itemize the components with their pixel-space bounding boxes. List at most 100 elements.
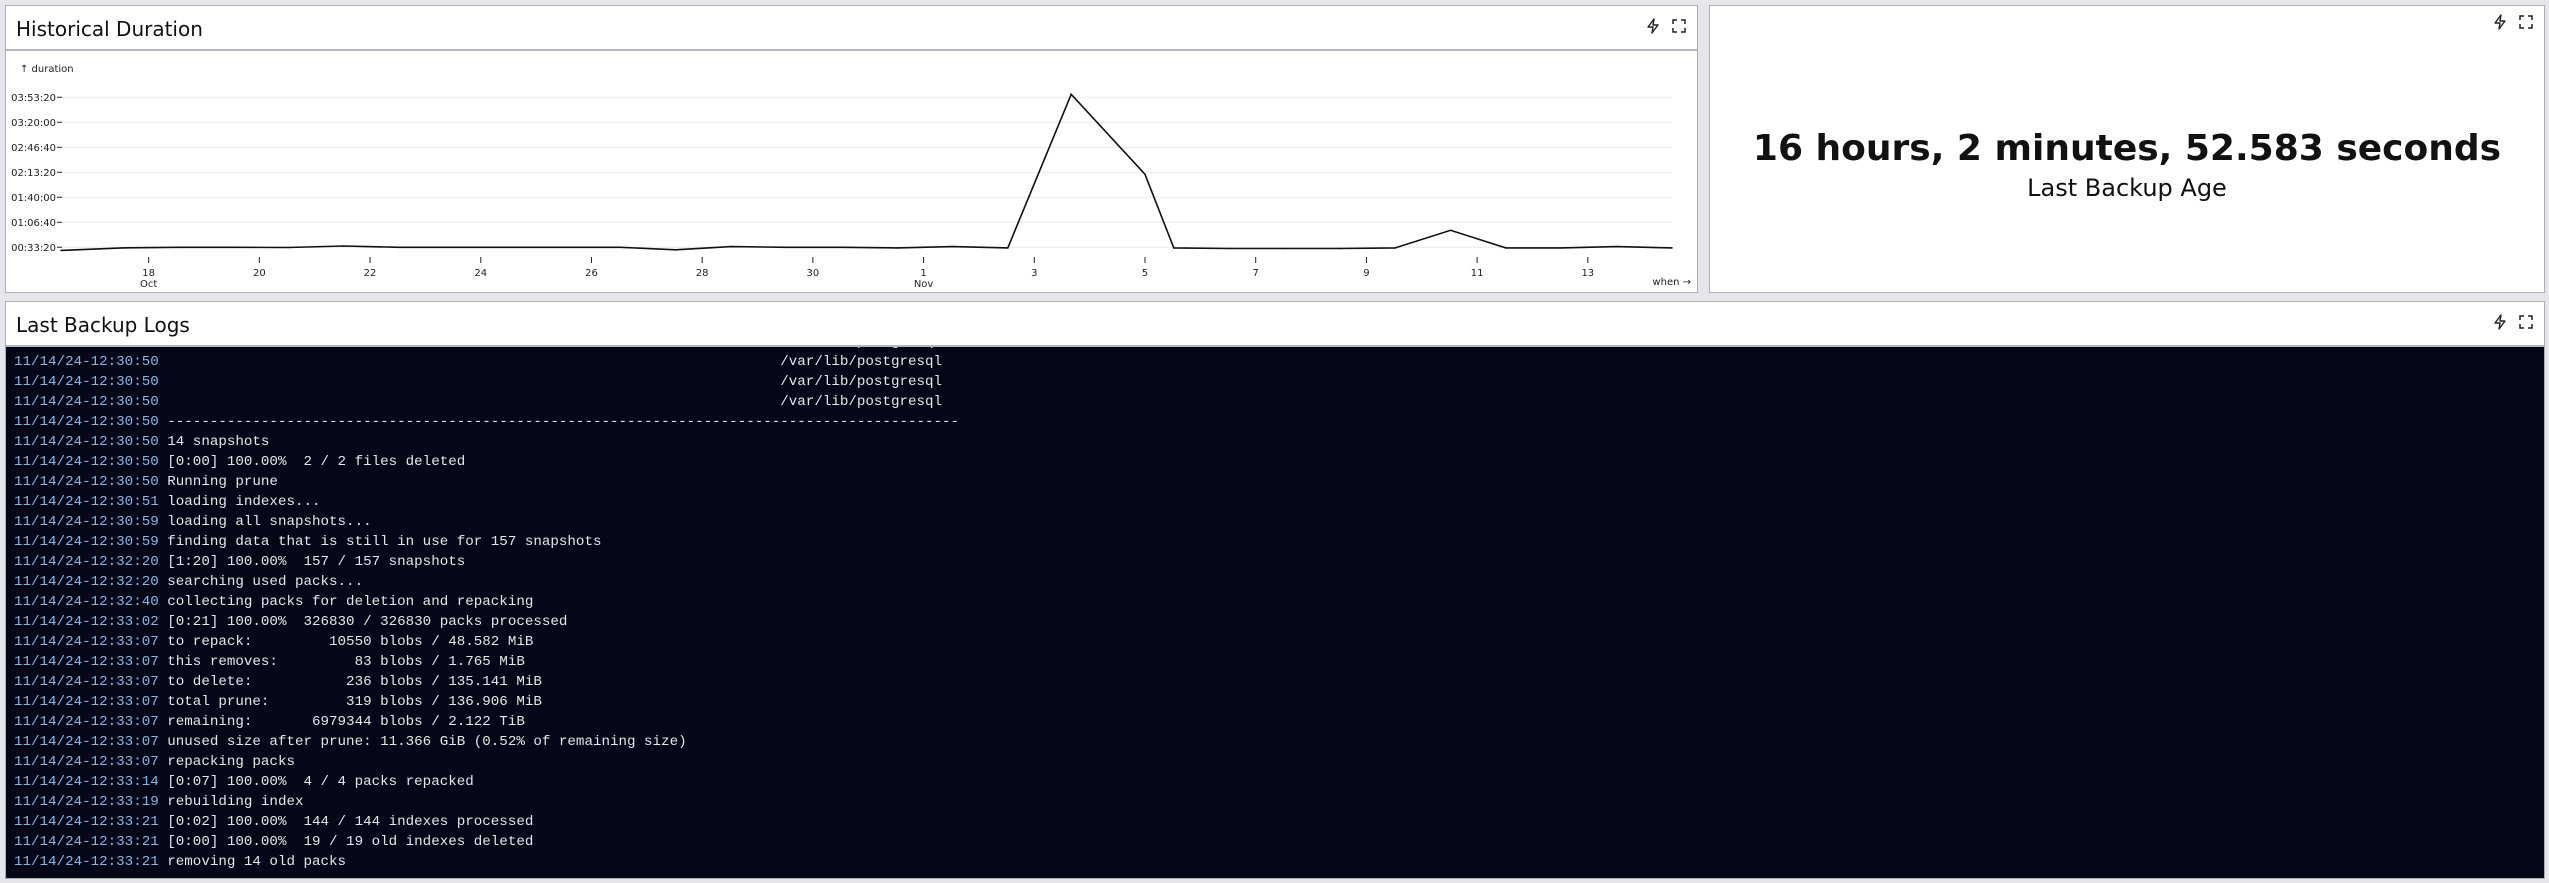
log-line: 11/14/24-12:30:50 /var/lib/postgresql	[14, 392, 2544, 412]
y-tick-label: 00:33:20	[11, 243, 56, 254]
log-line: 11/14/24-12:33:07 repacking packs	[14, 752, 2544, 772]
log-line: 11/14/24-12:30:50 /var/lib/postgresql	[14, 352, 2544, 372]
log-timestamp: 11/14/24-12:30:50	[14, 394, 159, 410]
log-timestamp: 11/14/24-12:33:21	[14, 854, 159, 870]
data-point	[1339, 247, 1341, 250]
y-tick-label: 03:53:20	[11, 93, 56, 104]
data-point	[398, 246, 400, 249]
data-point	[287, 246, 289, 249]
data-point	[1283, 247, 1286, 250]
data-point	[121, 247, 123, 249]
log-message: [1:20] 100.00% 157 / 157 snapshots	[158, 554, 466, 570]
data-point	[1144, 173, 1146, 176]
log-timestamp: 11/14/24-12:30:50	[14, 354, 159, 370]
log-line: 11/14/24-12:30:59 loading all snapshots.…	[14, 512, 2544, 532]
log-message: loading all snapshots...	[158, 514, 372, 530]
log-timestamp: 11/14/24-12:33:07	[14, 694, 159, 710]
log-timestamp: 11/14/24-12:33:14	[14, 774, 159, 790]
log-line: 11/14/24-12:30:51 loading indexes...	[14, 492, 2544, 512]
log-line: 11/14/24-12:33:14 [0:07] 100.00% 4 / 4 p…	[14, 772, 2544, 792]
log-message: removing 14 old packs	[158, 854, 347, 870]
x-tick-sublabel: Nov	[914, 279, 934, 290]
y-tick-label: 01:40:00	[11, 193, 56, 204]
data-point	[342, 245, 345, 247]
log-message: [0:02] 100.00% 144 / 144 indexes process…	[158, 814, 534, 830]
log-message: searching used packs...	[158, 574, 364, 590]
data-point	[840, 246, 843, 249]
log-timestamp: 11/14/24-12:30:50	[14, 374, 159, 390]
log-timestamp: 11/14/24-12:33:07	[14, 654, 159, 670]
fullscreen-icon[interactable]	[2518, 14, 2534, 30]
data-point	[619, 246, 622, 249]
log-line: 11/14/24-12:33:21 removing 14 old packs	[14, 852, 2544, 872]
log-message: to delete: 236 blobs / 135.141 MiB	[158, 674, 542, 690]
x-tick-sublabel: Oct	[140, 279, 157, 290]
log-message: 14 snapshots	[158, 434, 270, 450]
lightning-icon[interactable]	[2492, 314, 2508, 330]
duration-line-chart: ↑ duration 00:33:20 01:06:40 01:40:00 02:13:…	[11, 64, 1691, 290]
x-tick-label: 24	[474, 268, 487, 279]
data-point	[951, 245, 954, 248]
fullscreen-icon[interactable]	[2518, 314, 2534, 330]
log-message: /var/lib/postgresql	[158, 374, 943, 390]
log-timestamp: 11/14/24-12:30:50	[14, 474, 159, 490]
log-message: ----------------------------------------…	[158, 414, 960, 430]
data-point	[1449, 229, 1452, 232]
log-timestamp: 11/14/24-12:30:51	[14, 494, 159, 510]
log-message: total prune: 319 blobs / 136.906 MiB	[158, 694, 542, 710]
log-line: 11/14/24-12:30:59 finding data that is s…	[14, 532, 2544, 552]
panel-title: Historical Duration	[16, 17, 203, 41]
data-point	[1394, 247, 1397, 249]
backup-age-label: Last Backup Age	[2027, 174, 2227, 202]
log-line: 11/14/24-12:32:40 collecting packs for d…	[14, 592, 2544, 612]
x-tick-label: 13	[1581, 268, 1594, 279]
log-message: [0:07] 100.00% 4 / 4 packs repacked	[158, 774, 474, 790]
last-backup-age-panel: 16 hours, 2 minutes, 52.583 seconds Last…	[1709, 5, 2545, 293]
log-message: unused size after prune: 11.366 GiB (0.5…	[158, 734, 687, 750]
log-message: Running prune	[158, 474, 278, 490]
log-timestamp: 11/14/24-12:33:02	[14, 614, 159, 630]
log-message: repacking packs	[158, 754, 295, 770]
log-timestamp: 11/14/24-12:33:19	[14, 794, 159, 810]
data-point	[1173, 247, 1175, 249]
y-tick-label: 02:46:40	[11, 143, 56, 154]
x-tick-label: 20	[253, 268, 266, 279]
data-point	[1228, 247, 1230, 250]
x-tick-label: 30	[807, 268, 820, 279]
data-point	[674, 248, 677, 251]
data-point	[60, 249, 62, 252]
log-line: 11/14/24-12:33:21 [0:00] 100.00% 19 / 19…	[14, 832, 2544, 852]
log-timestamp: 11/14/24-12:32:40	[14, 594, 159, 610]
data-point	[1006, 247, 1009, 249]
log-message: [0:21] 100.00% 326830 / 326830 packs pro…	[158, 614, 568, 630]
x-tick-label: 1	[920, 268, 926, 279]
data-point	[232, 246, 234, 249]
lightning-icon[interactable]	[1645, 18, 1661, 34]
log-message: finding data that is still in use for 15…	[158, 534, 602, 550]
log-timestamp: 11/14/24-12:33:07	[14, 754, 159, 770]
x-tick-label: 18	[142, 268, 155, 279]
log-message: [0:00] 100.00% 2 / 2 files deleted	[158, 454, 466, 470]
panel-header: Historical Duration	[6, 6, 1697, 51]
log-timestamp: 11/14/24-12:30:50	[14, 454, 159, 470]
log-line: 11/14/24-12:30:50 [0:00] 100.00% 2 / 2 f…	[14, 452, 2544, 472]
log-message: loading indexes...	[158, 494, 321, 510]
x-tick-label: 3	[1031, 268, 1037, 279]
log-timestamp: 11/14/24-12:30:50	[14, 414, 159, 430]
log-line: 11/14/24-12:33:07 this removes: 83 blobs…	[14, 652, 2544, 672]
log-viewer[interactable]: 11/14/24-12:30:50 /var/lib/postgresql 11/…	[6, 347, 2544, 878]
log-message: this removes: 83 blobs / 1.765 MiB	[158, 654, 525, 670]
log-timestamp: 11/14/24-12:33:21	[14, 814, 159, 830]
log-line: 11/14/24-12:33:19 rebuilding index	[14, 792, 2544, 812]
lightning-icon[interactable]	[2492, 14, 2508, 30]
data-point	[730, 245, 732, 248]
data-point	[564, 246, 566, 249]
log-timestamp: 11/14/24-12:32:20	[14, 554, 159, 570]
log-timestamp: 11/14/24-12:33:07	[14, 714, 159, 730]
data-point	[1505, 247, 1507, 249]
log-line: 11/14/24-12:33:07 to repack: 10550 blobs…	[14, 632, 2544, 652]
log-timestamp: 11/14/24-12:33:07	[14, 634, 159, 650]
y-tick-label: 02:13:20	[11, 168, 56, 179]
log-message: [0:00] 100.00% 19 / 19 old indexes delet…	[158, 834, 534, 850]
fullscreen-icon[interactable]	[1671, 18, 1687, 34]
